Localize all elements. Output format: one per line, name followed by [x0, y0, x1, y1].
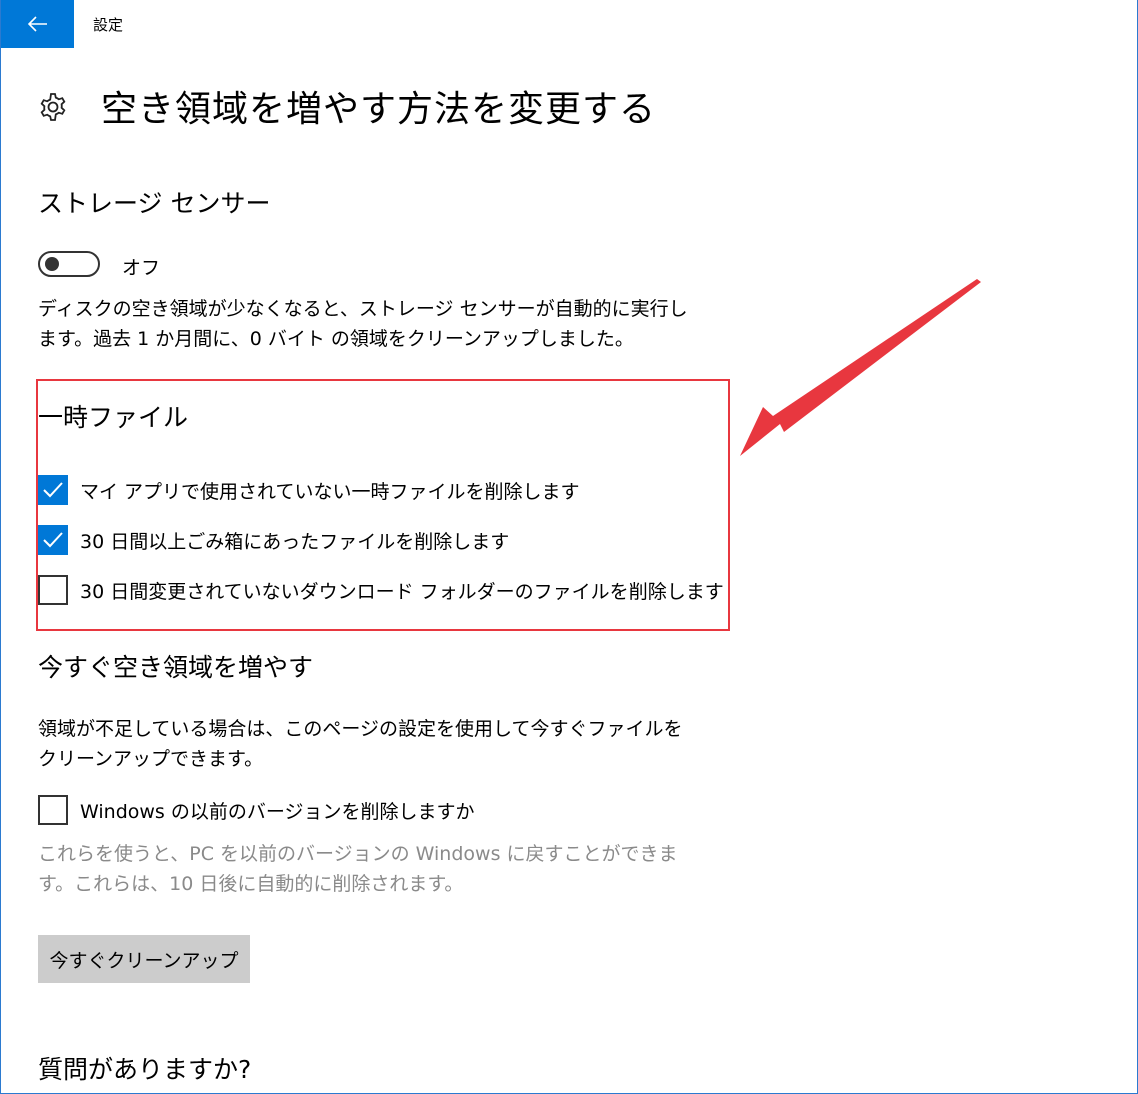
checkbox-label: Windows の以前のバージョンを削除しますか [80, 800, 475, 823]
previous-windows-help-text: これらを使うと、PC を以前のバージョンの Windows に戻すことができます… [38, 843, 678, 895]
checkbox-recycle-bin[interactable] [38, 525, 68, 555]
storage-sense-heading: ストレージ センサー [38, 189, 271, 218]
checkbox-label: 30 日間変更されていないダウンロード フォルダーのファイルを削除します [80, 580, 724, 603]
back-arrow-icon [27, 16, 47, 32]
checkbox-label: 30 日間以上ごみ箱にあったファイルを削除します [80, 530, 510, 553]
storage-sense-toggle[interactable] [38, 251, 100, 277]
free-up-now-heading: 今すぐ空き領域を増やす [38, 653, 314, 682]
checkbox-previous-windows[interactable] [38, 795, 68, 825]
checkbox-row-downloads[interactable]: 30 日間変更されていないダウンロード フォルダーのファイルを削除します [38, 575, 724, 605]
checkbox-label: マイ アプリで使用されていない一時ファイルを削除します [80, 480, 580, 503]
settings-window: 設定 空き領域を増やす方法を変更する ストレージ センサー オフ ディスクの空き… [0, 0, 1138, 1094]
free-up-now-description: 領域が不足している場合は、このページの設定を使用して今すぐファイルをクリーンアッ… [38, 718, 683, 770]
back-button[interactable] [1, 0, 74, 48]
toggle-knob [45, 257, 59, 271]
checkbox-unused-app-temp[interactable] [38, 475, 68, 505]
clean-now-button[interactable]: 今すぐクリーンアップ [38, 935, 250, 983]
gear-icon [40, 93, 66, 121]
checkmark-icon [43, 482, 63, 498]
app-title: 設定 [93, 16, 124, 34]
checkbox-downloads[interactable] [38, 575, 68, 605]
checkmark-icon [43, 532, 63, 548]
toggle-state-label: オフ [122, 257, 161, 279]
page-title: 空き領域を増やす方法を変更する [101, 89, 657, 130]
checkbox-row-previous-windows[interactable]: Windows の以前のバージョンを削除しますか [38, 795, 474, 825]
questions-heading: 質問がありますか? [38, 1055, 252, 1084]
temp-files-heading: 一時ファイル [38, 403, 189, 432]
checkbox-row-recycle-bin[interactable]: 30 日間以上ごみ箱にあったファイルを削除します [38, 525, 509, 555]
storage-sense-description: ディスクの空き領域が少なくなると、ストレージ センサーが自動的に実行します。過去… [38, 298, 688, 350]
checkbox-row-unused-app-temp[interactable]: マイ アプリで使用されていない一時ファイルを削除します [38, 475, 579, 505]
